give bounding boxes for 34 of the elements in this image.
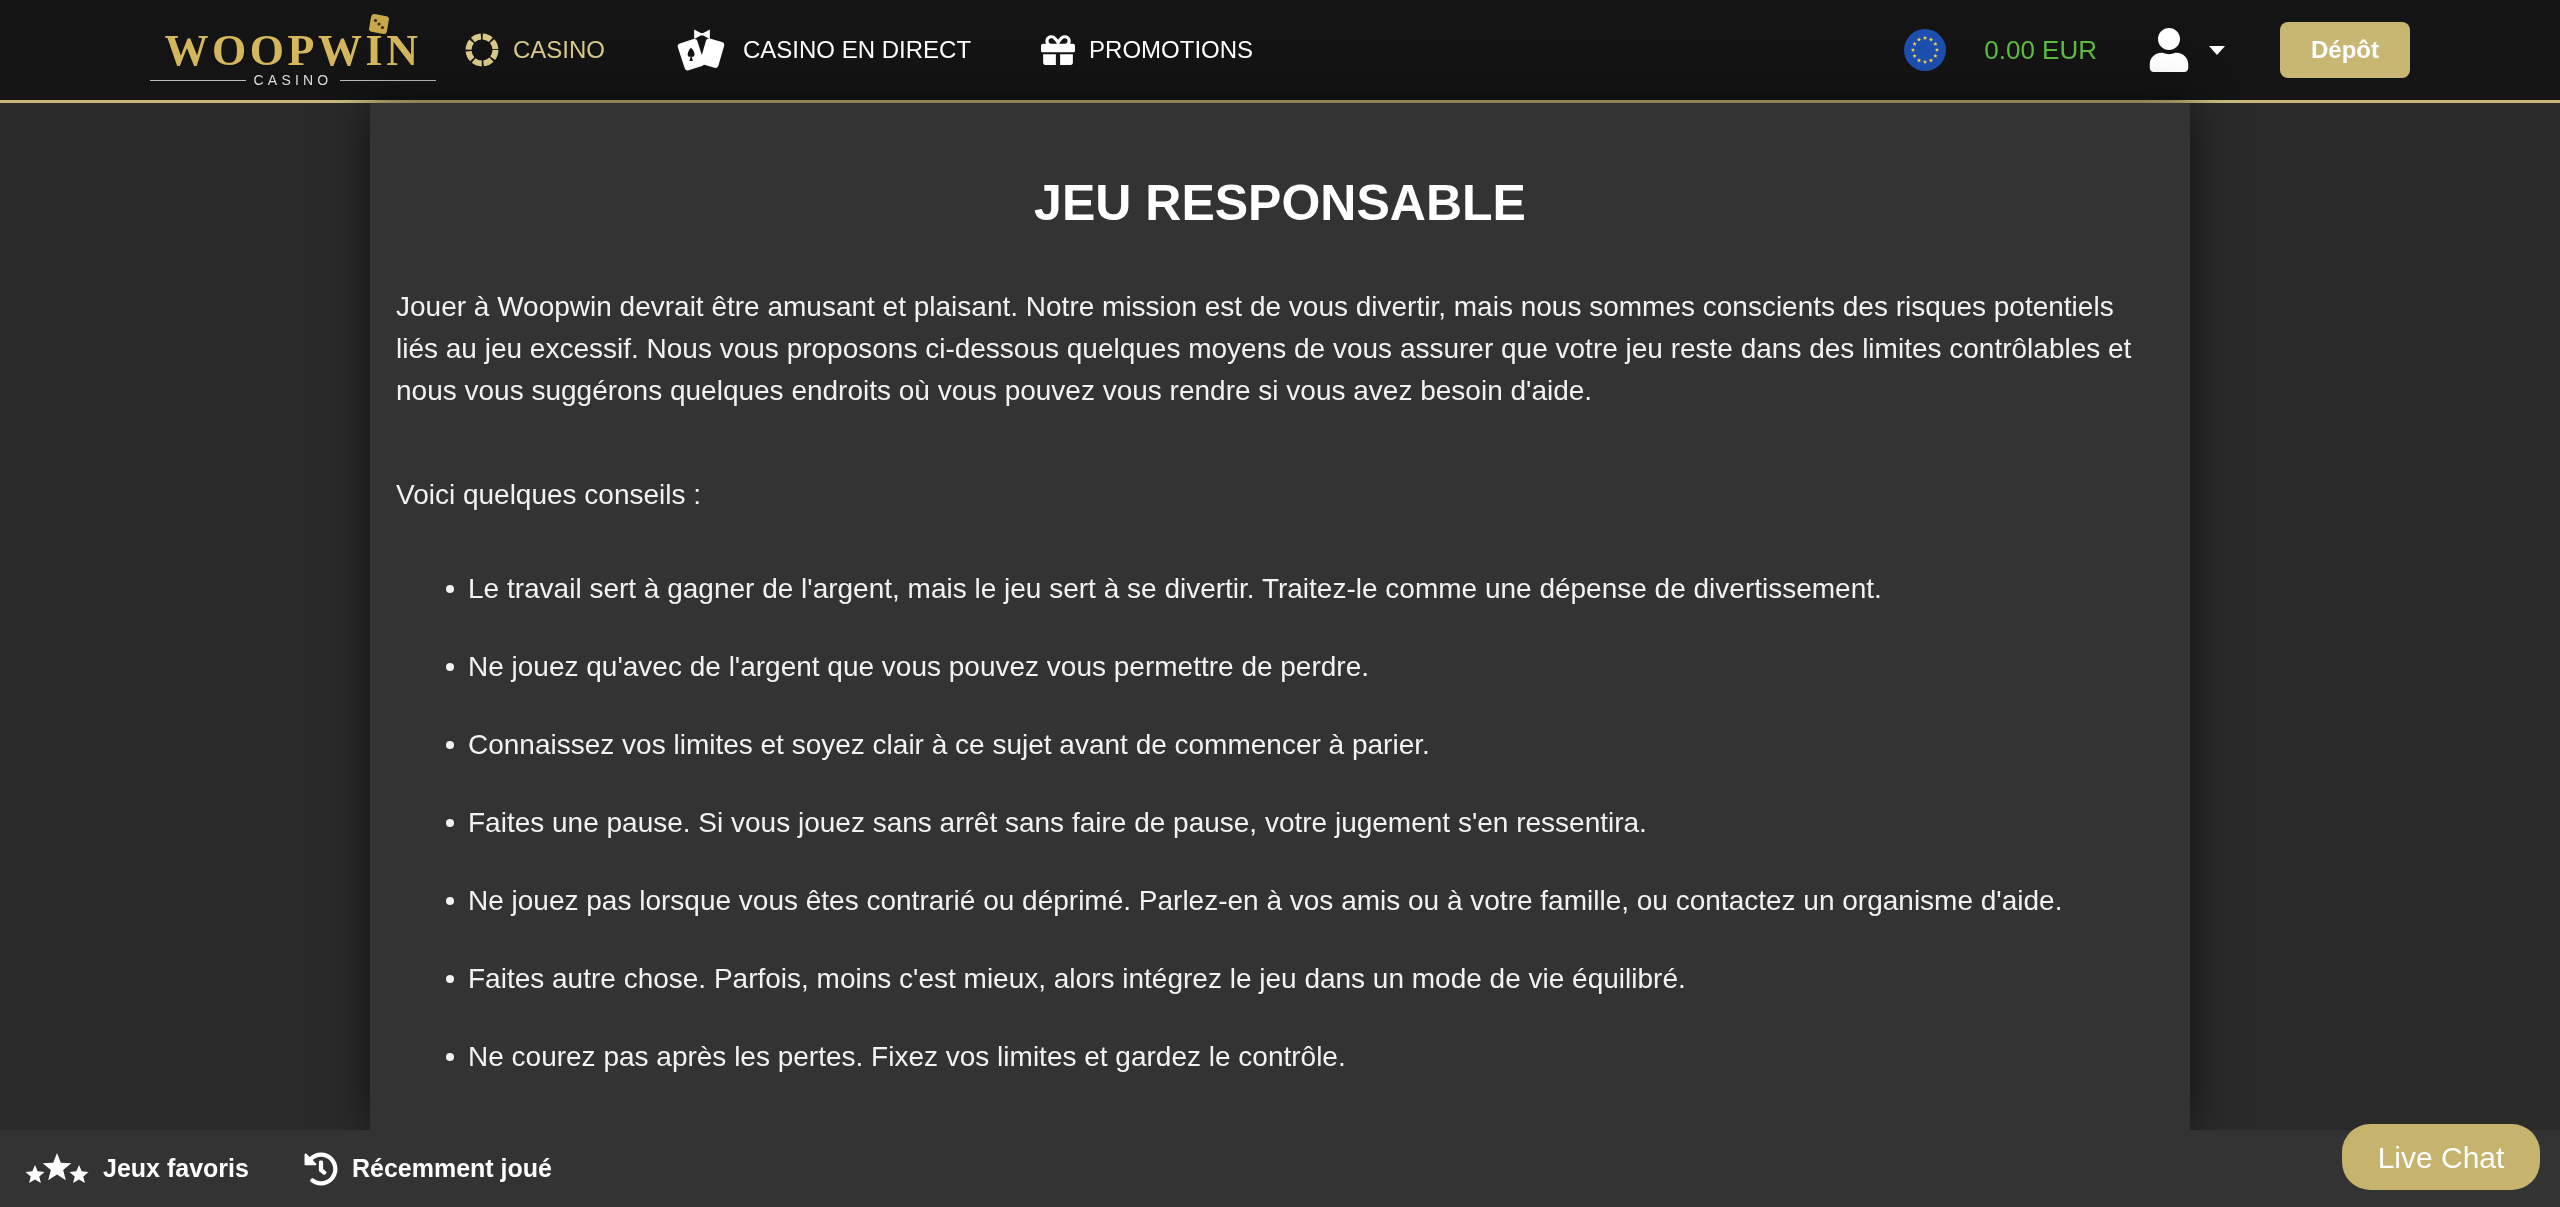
logo-wordmark[interactable]: WOOPWIN <box>164 30 422 72</box>
favorite-games-button[interactable]: Jeux favoris <box>25 1149 249 1188</box>
stars-icon <box>25 1153 89 1184</box>
tip-text: Ne courez pas après les pertes. Fixez vos limites et gardez le contrôle. <box>468 1040 1346 1074</box>
history-icon <box>303 1151 338 1186</box>
bullet-icon <box>446 585 454 593</box>
tips-heading: Voici quelques conseils : <box>396 478 703 512</box>
eu-flag-icon[interactable] <box>1904 29 1947 71</box>
page-title: JEU RESPONSABLE <box>1033 174 1527 233</box>
tip-text: Le travail sert à gagner de l'argent, mais le jeu sert à se divertir. Traitez-le comme une dépense de divertissement. <box>468 572 1882 606</box>
tip-text: Ne jouez qu'avec de l'argent que vous pouvez vous permettre de perdre. <box>468 650 1370 684</box>
recently-played-button[interactable]: Récemment joué <box>303 1149 552 1188</box>
bullet-icon <box>446 975 454 983</box>
bullet-icon <box>446 897 454 905</box>
tip-text: Faites une pause. Si vous jouez sans arrêt sans faire de pause, votre jugement s'en ressentira. <box>468 806 1647 840</box>
bullet-icon <box>446 819 454 827</box>
nav-link[interactable]: CASINO EN DIRECT <box>675 28 972 72</box>
bullet-icon <box>446 741 454 749</box>
caret-down-icon <box>2209 45 2225 55</box>
bullet-icon <box>446 663 454 671</box>
logo-tagline: CASINO <box>253 72 333 88</box>
gift-icon <box>1041 33 1076 67</box>
intro-paragraph: Jouer à Woopwin devrait être amusant et plaisant. Notre mission est de vous divertir, mais nous sommes conscients des risques potentiels liés au jeu excessif. Nous vous proposons ci-dessous quelques moyens de vous assurer que votre jeu reste dans des limites contrôlables et nous vous suggérons quelques endroits où vous pouvez vous rendre si vous avez besoin d'aide. <box>396 290 2132 408</box>
nav-link[interactable]: CASINO <box>465 32 605 68</box>
account-menu-button[interactable] <box>2147 28 2225 72</box>
tip-text: Ne jouez pas lorsque vous êtes contrarié ou déprimé. Parlez-en à vos amis ou à votre famille, ou contactez un organisme d'aide. <box>468 884 2063 918</box>
user-icon <box>2147 28 2191 72</box>
bullet-icon <box>446 1053 454 1061</box>
nav-link[interactable]: PROMOTIONS <box>1041 32 1254 68</box>
tip-text: Faites autre chose. Parfois, moins c'est mieux, alors intégrez le jeu dans un mode de vie équilibré. <box>468 962 1686 996</box>
poker-chip-icon <box>465 33 499 67</box>
balance: 0.00 EUR <box>1984 33 2097 67</box>
dice-icon <box>367 12 391 36</box>
tip-text: Connaissez vos limites et soyez clair à ce sujet avant de commencer à parier. <box>468 728 1430 762</box>
